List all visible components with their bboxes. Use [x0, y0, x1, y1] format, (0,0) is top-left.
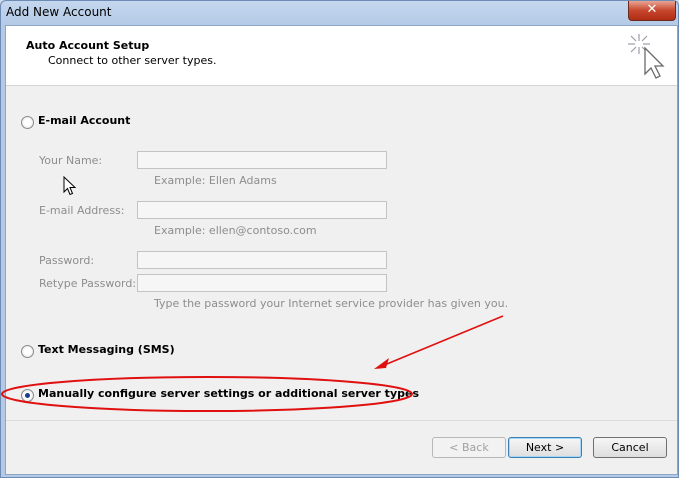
wizard-header: Auto Account Setup Connect to other serv…: [6, 26, 677, 86]
dialog-window: Add New Account ✕ Auto Account Setup Con…: [0, 0, 679, 478]
your-name-field[interactable]: [137, 151, 387, 169]
next-button[interactable]: Next >: [508, 437, 582, 458]
manual-config-radio[interactable]: [21, 389, 34, 402]
sms-radio[interactable]: [21, 345, 34, 358]
password-field[interactable]: [137, 251, 387, 269]
mouse-cursor-icon: [63, 176, 77, 196]
your-name-label: Your Name:: [39, 154, 103, 167]
your-name-hint: Example: Ellen Adams: [154, 174, 277, 187]
email-address-field[interactable]: [137, 201, 387, 219]
header-subtitle: Connect to other server types.: [48, 54, 217, 67]
wizard-cursor-icon: [628, 34, 665, 79]
window-title: Add New Account: [6, 5, 112, 19]
back-button[interactable]: < Back: [432, 437, 506, 458]
title-bar[interactable]: Add New Account ✕: [1, 1, 679, 25]
dialog-client: Auto Account Setup Connect to other serv…: [5, 25, 678, 475]
header-title: Auto Account Setup: [26, 39, 150, 52]
retype-password-field[interactable]: [137, 274, 387, 292]
email-address-label: E-mail Address:: [39, 204, 125, 217]
retype-password-label: Retype Password:: [39, 277, 137, 290]
close-button[interactable]: ✕: [628, 1, 676, 21]
sms-label[interactable]: Text Messaging (SMS): [38, 343, 175, 356]
cancel-button[interactable]: Cancel: [593, 437, 667, 458]
footer-divider: [6, 420, 677, 421]
email-account-label[interactable]: E-mail Account: [38, 114, 130, 127]
close-icon: ✕: [646, 2, 658, 17]
manual-config-label[interactable]: Manually configure server settings or ad…: [38, 387, 419, 400]
email-address-hint: Example: ellen@contoso.com: [154, 224, 317, 237]
password-label: Password:: [39, 254, 95, 267]
password-hint: Type the password your Internet service …: [154, 297, 509, 310]
email-account-radio[interactable]: [21, 116, 34, 129]
